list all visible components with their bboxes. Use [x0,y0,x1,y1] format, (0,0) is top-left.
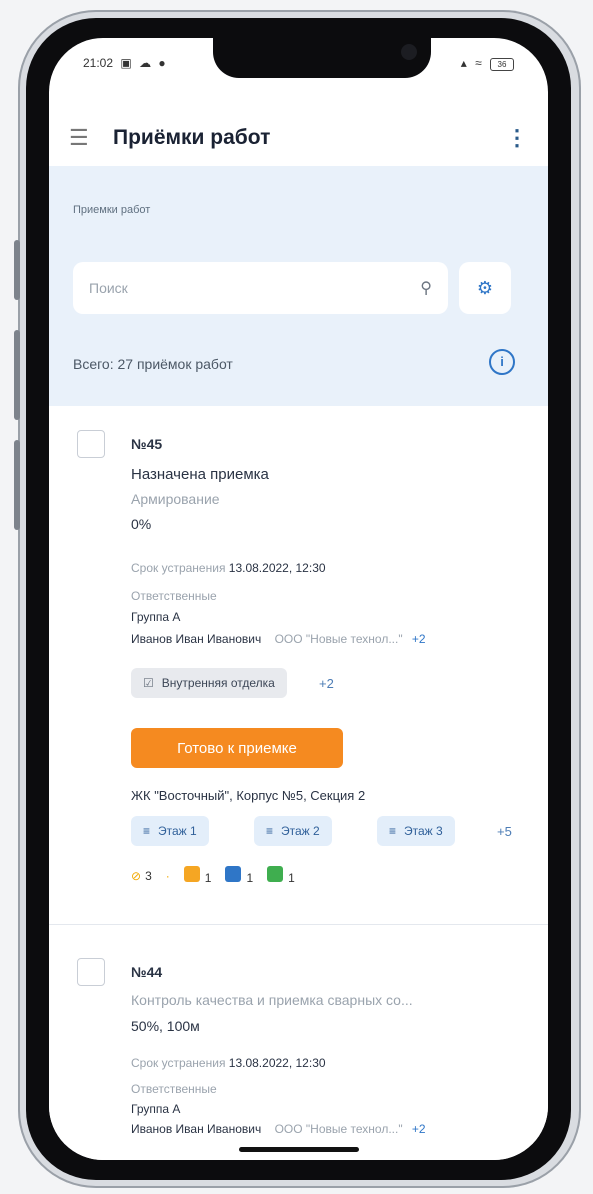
work-type-more[interactable]: +2 [319,676,334,691]
info-icon[interactable]: i [489,349,515,375]
status-bar: 21:02 ▣ ☁ ● ▴ ≈ 36 [83,56,514,74]
document-orange-icon [183,866,200,882]
breadcrumb[interactable]: Приемки работ [73,204,150,216]
document-green-icon [267,866,284,882]
item-type: Армирование [131,491,220,507]
page-title: Приёмки работ [113,126,271,149]
battery-icon: 36 [490,58,514,71]
status-time: 21:02 [83,56,114,70]
deadline-label: Срок устранения [131,1056,226,1070]
search-placeholder: Поиск [89,280,128,296]
counters-row: ⊘ 3 · 1 1 1 [131,866,309,885]
responsible-group: Группа А [131,1102,181,1116]
deadline-value: 13.08.2022, 12:30 [228,1056,326,1070]
responsible-person: Иванов Иван Иванович [131,632,262,646]
responsible-company: ООО "Новые технол..." [274,1122,403,1136]
search-icon[interactable]: ⚲ [420,278,432,298]
list-item[interactable]: №44 Контроль качества и приемка сварных … [49,934,548,1160]
select-checkbox[interactable] [77,430,105,458]
work-type-label: Внутренняя отделка [161,676,275,690]
filter-button[interactable]: ⚙ [459,262,511,314]
total-count: Всего: 27 приёмок работ [73,356,233,372]
floors-more[interactable]: +5 [497,824,512,839]
volume-up-button [14,240,20,300]
cloud-icon: ☁ [139,56,152,70]
location: ЖК "Восточный", Корпус №5, Секция 2 [131,788,366,803]
responsible-group: Группа А [131,610,181,624]
app-bar: ☰ Приёмки работ ⋮ [49,110,548,166]
floor-tag[interactable]: ≡ Этаж 2 [254,816,332,846]
counter-value: 1 [288,871,295,885]
ready-for-acceptance-button[interactable]: Готово к приемке [131,728,343,768]
company-more-link[interactable]: +2 [412,1122,426,1136]
item-progress: 50%, 100м [131,1018,200,1034]
hamburger-menu-icon[interactable]: ☰ [69,125,99,151]
edit-square-icon: ☑ [143,676,154,690]
responsible-company: ООО "Новые технол..." [274,632,403,646]
work-type-tag[interactable]: ☑ Внутренняя отделка [131,668,287,698]
company-more-link[interactable]: +2 [412,632,426,646]
more-vertical-icon[interactable]: ⋮ [506,125,528,151]
deadline-label: Срок устранения [131,561,226,575]
layers-icon: ≡ [266,824,274,838]
dot-icon: ● [158,56,166,70]
responsible-label: Ответственные [131,1082,217,1096]
signal-icon: ▴ [460,56,467,70]
counter-value: 1 [246,871,254,885]
item-status: Назначена приемка [131,466,269,483]
cancel-icon: ⊘ [131,868,142,883]
wifi-icon: ≈ [475,56,482,70]
search-input[interactable]: Поиск ⚲ [73,262,448,314]
list-item[interactable]: №45 Назначена приемка Армирование 0% Сро… [49,406,548,925]
home-indicator [239,1147,359,1152]
volume-down-button [14,330,20,420]
item-type: Контроль качества и приемка сварных со..… [131,992,413,1008]
counter-value: 3 [145,868,152,883]
calendar-icon: ▣ [120,56,132,70]
item-number: №44 [131,964,163,980]
floor-tag[interactable]: ≡ Этаж 3 [377,816,455,846]
responsible-label: Ответственные [131,589,217,603]
select-checkbox[interactable] [77,958,105,986]
filter-sliders-icon: ⚙ [476,277,494,298]
responsible-person: Иванов Иван Иванович [131,1122,262,1136]
header-panel: Приемки работ Поиск ⚲ ⚙ Всего: 27 приёмо… [49,166,548,406]
counter-value: 1 [204,871,212,885]
side-button [14,440,20,530]
phone-screen: 21:02 ▣ ☁ ● ▴ ≈ 36 ☰ Приёмки работ ⋮ При… [49,38,548,1160]
floor-tag[interactable]: ≡ Этаж 1 [131,816,209,846]
floor-label: Этаж 2 [281,824,320,838]
layers-icon: ≡ [143,824,151,838]
deadline-value: 13.08.2022, 12:30 [228,561,326,575]
layers-icon: ≡ [389,824,397,838]
document-blue-icon [225,866,242,882]
floor-label: Этаж 1 [158,824,197,838]
item-progress: 0% [131,516,152,532]
floor-label: Этаж 3 [404,824,443,838]
item-number: №45 [131,436,163,452]
